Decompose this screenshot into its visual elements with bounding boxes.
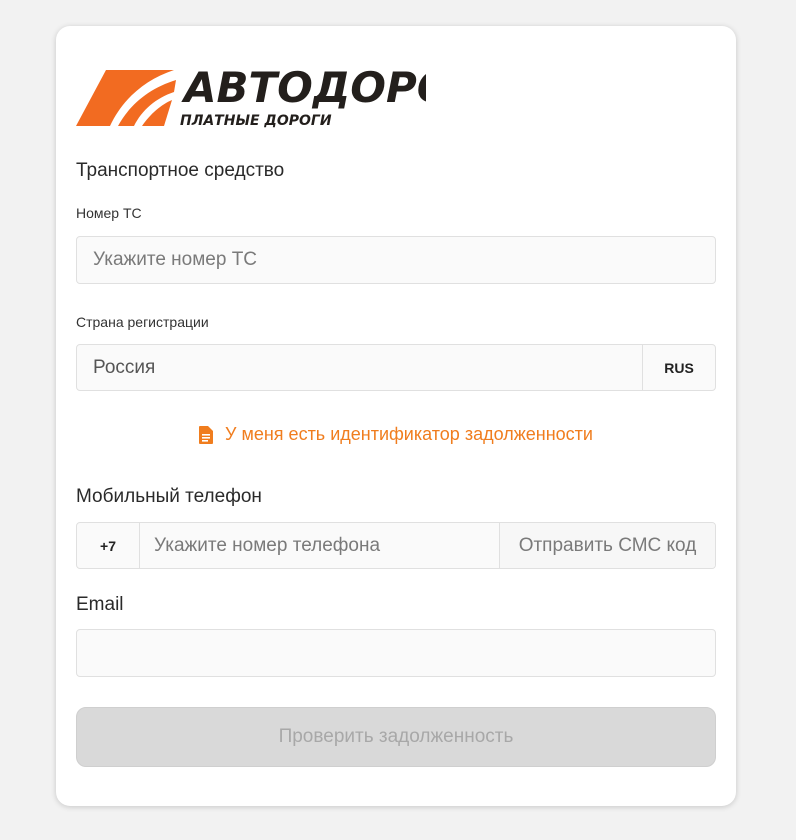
plate-label: Номер ТС bbox=[76, 205, 142, 221]
phone-country-prefix: +7 bbox=[77, 523, 140, 568]
phone-input-group: +7 Отправить СМС код bbox=[76, 522, 716, 569]
check-debt-button[interactable]: Проверить задолженность bbox=[76, 707, 716, 767]
send-sms-button[interactable]: Отправить СМС код bbox=[499, 523, 715, 568]
plate-number-input[interactable] bbox=[76, 236, 716, 284]
vehicle-section-title: Транспортное средство bbox=[76, 160, 285, 181]
country-label: Страна регистрации bbox=[76, 314, 209, 330]
country-value[interactable]: Россия bbox=[77, 345, 642, 390]
debt-identifier-label[interactable]: У меня есть идентификатор задолженности bbox=[225, 424, 593, 445]
avtodor-logo-graphic: АВТОДОРОГИ ПЛАТНЫЕ ДОРОГИ bbox=[76, 66, 426, 128]
logo-tagline: ПЛАТНЫЕ ДОРОГИ bbox=[180, 113, 332, 128]
avtodor-logo: АВТОДОРОГИ ПЛАТНЫЕ ДОРОГИ bbox=[76, 66, 426, 128]
country-select[interactable]: Россия RUS bbox=[76, 344, 716, 391]
phone-section-title: Мобильный телефон bbox=[76, 486, 262, 507]
email-input[interactable] bbox=[76, 629, 716, 677]
email-section-title: Email bbox=[76, 594, 124, 615]
debt-identifier-link[interactable]: У меня есть идентификатор задолженности bbox=[56, 424, 736, 445]
debt-check-card: АВТОДОРОГИ ПЛАТНЫЕ ДОРОГИ Транспортное с… bbox=[56, 26, 736, 806]
phone-number-input[interactable] bbox=[140, 523, 499, 568]
logo-brand-text: АВТОДОРОГИ bbox=[181, 66, 426, 112]
document-icon bbox=[199, 425, 214, 444]
country-code-badge: RUS bbox=[642, 345, 715, 390]
